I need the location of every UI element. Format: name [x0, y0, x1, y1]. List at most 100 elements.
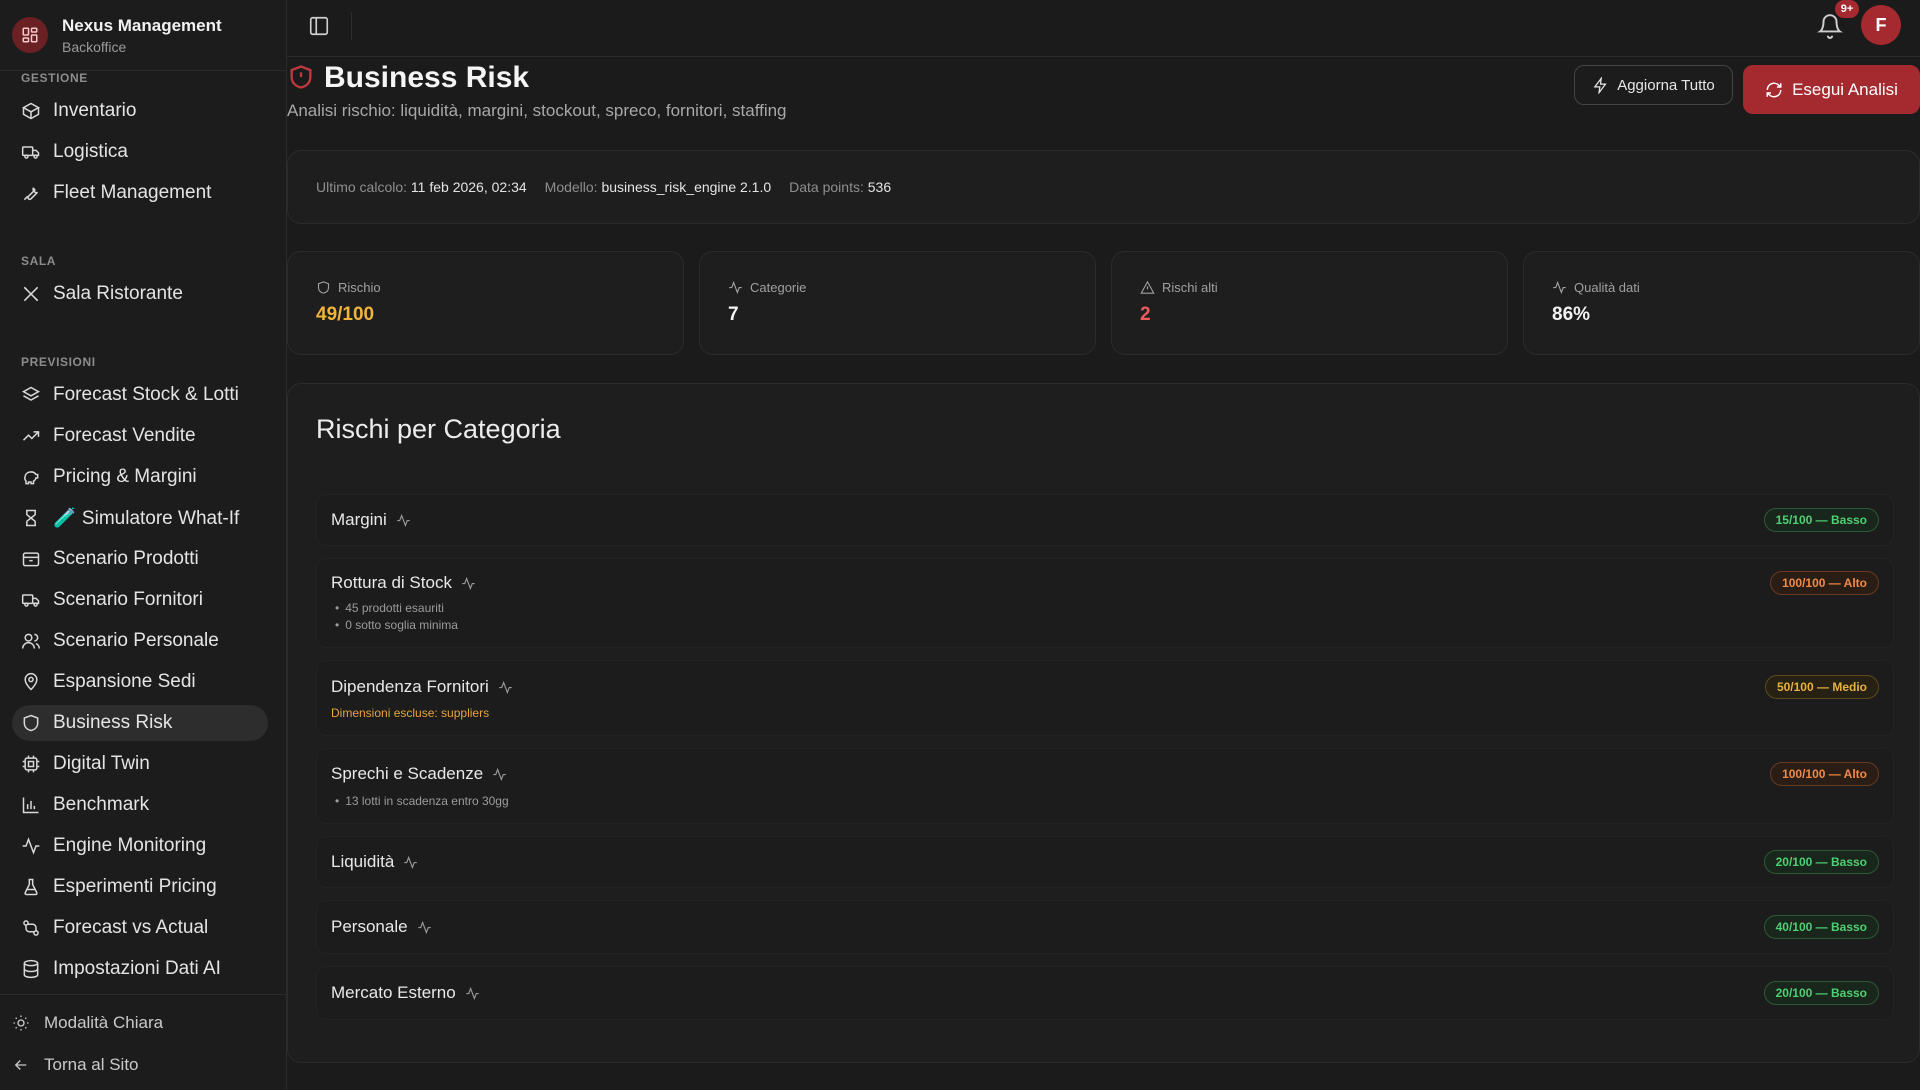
sidebar-item-scenario-prodotti[interactable]: Scenario Prodotti — [12, 541, 268, 577]
model: Modello: business_risk_engine 2.1.0 — [545, 179, 771, 195]
zap-icon — [1593, 76, 1607, 94]
sidebar-item-label: Impostazioni Dati AI — [53, 958, 221, 979]
risk-row-liquidita[interactable]: Liquidità 20/100 — Basso — [316, 836, 1894, 888]
stat-label-text: Rischi alti — [1162, 280, 1218, 295]
sidebar-item-scenario-fornitori[interactable]: Scenario Fornitori — [12, 582, 268, 618]
stat-value: 86% — [1552, 304, 1591, 325]
activity-icon — [417, 920, 431, 934]
sidebar-item-forecast-vendite[interactable]: Forecast Vendite — [12, 418, 268, 454]
sidebar-item-engine-monitoring[interactable]: Engine Monitoring — [12, 828, 268, 864]
data-points-value: 536 — [867, 179, 892, 195]
back-to-site-label: Torna al Sito — [44, 1055, 139, 1074]
risk-row-margini[interactable]: Margini 15/100 — Basso — [316, 494, 1894, 546]
alert-triangle-icon — [1140, 280, 1155, 294]
sidebar-item-label: Forecast vs Actual — [53, 917, 209, 938]
sidebar-item-label: Forecast Stock & Lotti — [53, 384, 239, 405]
section-label-previsioni: PREVISIONI — [21, 355, 96, 369]
risk-row-personale[interactable]: Personale 40/100 — Basso — [316, 900, 1894, 954]
data-points: Data points: 536 — [789, 179, 891, 195]
sidebar-item-label: Fleet Management — [53, 182, 212, 203]
stat-value: 7 — [728, 304, 739, 325]
risk-row-rottura-stock[interactable]: Rottura di Stock 100/100 — Alto 45 prodo… — [316, 558, 1894, 648]
sidebar-item-scenario-personale[interactable]: Scenario Personale — [12, 623, 268, 659]
package-icon — [22, 552, 40, 567]
sidebar-item-esperimenti-pricing[interactable]: Esperimenti Pricing — [12, 869, 268, 905]
sidebar-item-label: Digital Twin — [53, 753, 150, 774]
sidebar-toggle-button[interactable] — [308, 15, 330, 37]
sidebar-item-business-risk[interactable]: Business Risk — [12, 705, 268, 741]
activity-icon — [397, 513, 410, 527]
back-to-site-link[interactable]: Torna al Sito — [12, 1055, 139, 1075]
sidebar-item-pricing-margini[interactable]: Pricing & Margini — [12, 459, 268, 495]
last-calc: Ultimo calcolo: 11 feb 2026, 02:34 — [316, 179, 527, 195]
run-analysis-label: Esegui Analisi — [1792, 79, 1898, 99]
risk-detail: 0 sotto soglia minima — [335, 618, 458, 632]
avatar[interactable]: F — [1861, 5, 1901, 45]
risk-score-badge: 50/100 — Medio — [1764, 675, 1879, 699]
sidebar-item-logistica[interactable]: Logistica — [12, 134, 268, 170]
sidebar-item-label: Inventario — [53, 100, 137, 121]
sidebar-item-inventario[interactable]: Inventario — [12, 93, 268, 129]
notifications-badge: 9+ — [1835, 0, 1859, 18]
database-icon — [23, 959, 39, 979]
sidebar-item-forecast-vs-actual[interactable]: Forecast vs Actual — [12, 910, 268, 946]
flask-icon — [24, 878, 38, 896]
stat-label-text: Qualità dati — [1574, 280, 1640, 295]
risk-score-badge: 15/100 — Basso — [1763, 508, 1879, 532]
stat-card-rischi-alti: Rischi alti 2 — [1111, 251, 1508, 355]
theme-toggle-button[interactable]: Modalità Chiara — [12, 1013, 163, 1033]
risk-name: Mercato Esterno — [331, 983, 480, 1003]
shield-icon — [23, 714, 39, 732]
risk-score-badge: 40/100 — Basso — [1763, 915, 1879, 939]
activity-icon — [404, 855, 418, 869]
model-label: Modello: — [544, 179, 598, 195]
sidebar-item-digital-twin[interactable]: Digital Twin — [12, 746, 268, 782]
stat-label-text: Rischio — [338, 280, 381, 295]
utensils-icon — [23, 286, 39, 302]
risk-detail: 45 prodotti esauriti — [335, 601, 444, 615]
sidebar-item-forecast-stock[interactable]: Forecast Stock & Lotti — [12, 377, 268, 413]
sidebar-item-label: Esperimenti Pricing — [53, 876, 217, 897]
sidebar-item-label: Scenario Prodotti — [53, 548, 199, 569]
stat-card-rischio: Rischio 49/100 — [287, 251, 684, 355]
sidebar-item-label: Espansione Sedi — [53, 671, 196, 692]
sidebar-item-benchmark[interactable]: Benchmark — [12, 787, 268, 823]
risk-name: Sprechi e Scadenze — [331, 764, 507, 784]
activity-icon — [1553, 280, 1566, 295]
sidebar: Nexus Management Backoffice GESTIONE Inv… — [0, 0, 287, 1090]
risk-name: Dipendenza Fornitori — [331, 677, 513, 697]
sidebar-item-label: Logistica — [53, 141, 128, 162]
risk-row-mercato-esterno[interactable]: Mercato Esterno 20/100 — Basso — [316, 966, 1894, 1020]
sidebar-item-sala-ristorante[interactable]: Sala Ristorante — [12, 276, 268, 312]
sidebar-item-espansione-sedi[interactable]: Espansione Sedi — [12, 664, 268, 700]
bar-chart-icon — [22, 797, 39, 814]
page-subtitle: Analisi rischio: liquidità, margini, sto… — [287, 101, 787, 120]
stat-label: Rischio — [316, 280, 381, 295]
risk-categories-card: Rischi per Categoria Margini 15/100 — Ba… — [287, 383, 1920, 1063]
activity-icon — [462, 576, 475, 590]
cpu-icon — [22, 755, 40, 773]
stat-card-qualita-dati: Qualità dati 86% — [1523, 251, 1920, 355]
risk-score-badge: 20/100 — Basso — [1763, 981, 1879, 1005]
activity-icon — [493, 767, 506, 781]
run-analysis-button[interactable]: Esegui Analisi — [1743, 65, 1920, 114]
risk-row-sprechi-scadenze[interactable]: Sprechi e Scadenze 100/100 — Alto 13 lot… — [316, 748, 1894, 824]
sidebar-item-label: 🧪 Simulatore What-If — [53, 508, 240, 529]
refresh-all-label: Aggiorna Tutto — [1617, 76, 1715, 94]
activity-icon — [499, 680, 512, 694]
piggy-bank-icon — [24, 471, 39, 485]
stat-value: 2 — [1140, 304, 1151, 325]
refresh-all-button[interactable]: Aggiorna Tutto — [1574, 65, 1733, 105]
theme-toggle-label: Modalità Chiara — [44, 1013, 164, 1032]
risk-name-text: Rottura di Stock — [331, 573, 452, 592]
risk-name: Rottura di Stock — [331, 573, 476, 593]
sidebar-item-impostazioni-dati[interactable]: Impostazioni Dati AI — [12, 951, 268, 987]
brand[interactable]: Nexus Management Backoffice — [0, 0, 286, 71]
risk-warning: Dimensioni escluse: suppliers — [331, 706, 490, 720]
sidebar-item-simulatore[interactable]: 🧪 Simulatore What-If — [12, 500, 268, 536]
model-value: business_risk_engine 2.1.0 — [601, 179, 772, 195]
activity-icon — [22, 837, 40, 855]
sidebar-item-fleet-management[interactable]: Fleet Management — [12, 175, 268, 211]
risk-row-dipendenza-fornitori[interactable]: Dipendenza Fornitori 50/100 — Medio Dime… — [316, 660, 1894, 736]
app-subtitle: Backoffice — [62, 38, 127, 55]
